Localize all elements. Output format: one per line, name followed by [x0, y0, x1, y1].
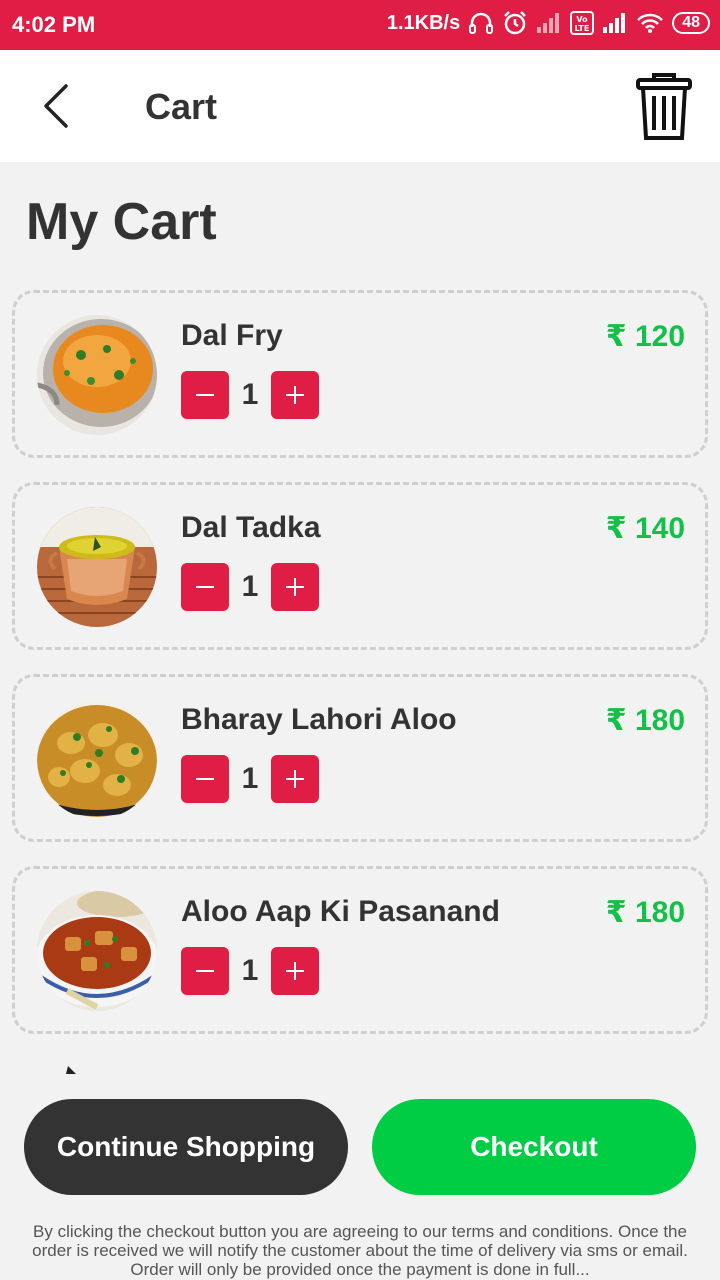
signal-icon — [536, 12, 562, 34]
page-title: My Cart — [26, 193, 217, 251]
item-image — [37, 507, 157, 627]
chevron-left-icon — [44, 84, 68, 128]
partial-content-mark — [66, 1066, 76, 1074]
item-name: Dal Fry — [181, 319, 283, 352]
quantity-stepper: 1 — [181, 563, 319, 611]
status-bar: 4:02 PM 1.1KB/s Vo LTE 48 — [0, 0, 720, 50]
increase-qty-button[interactable] — [271, 563, 319, 611]
terms-text: By clicking the checkout button you are … — [32, 1222, 688, 1279]
minus-icon — [196, 394, 214, 396]
decrease-qty-button[interactable] — [181, 947, 229, 995]
alarm-icon — [502, 10, 528, 36]
back-button[interactable] — [30, 80, 82, 132]
item-price: ₹ 180 — [605, 704, 685, 737]
decrease-qty-button[interactable] — [181, 371, 229, 419]
item-quantity: 1 — [241, 954, 259, 987]
svg-text:LTE: LTE — [575, 24, 590, 33]
app-bar-title: Cart — [145, 86, 218, 127]
quantity-stepper: 1 — [181, 371, 319, 419]
status-time: 4:02 PM — [12, 12, 96, 37]
plus-icon — [286, 386, 304, 404]
volte-icon: Vo LTE — [570, 11, 595, 35]
item-image — [37, 315, 157, 435]
clear-cart-button[interactable] — [632, 72, 696, 142]
item-price: ₹ 180 — [605, 896, 685, 929]
cart-item: Dal Tadka ₹ 140 1 — [12, 482, 708, 650]
cart-item: Aloo Aap Ki Pasanand ₹ 180 1 — [12, 866, 708, 1034]
item-price: ₹ 120 — [605, 320, 685, 353]
svg-text:Vo: Vo — [577, 15, 589, 24]
decrease-qty-button[interactable] — [181, 755, 229, 803]
increase-qty-button[interactable] — [271, 755, 319, 803]
increase-qty-button[interactable] — [271, 371, 319, 419]
plus-icon — [286, 578, 304, 596]
increase-qty-button[interactable] — [271, 947, 319, 995]
item-image — [37, 699, 157, 819]
item-name: Bharay Lahori Aloo — [181, 703, 457, 736]
item-quantity: 1 — [241, 570, 259, 603]
wifi-icon — [636, 12, 664, 34]
plus-icon — [286, 770, 304, 788]
cart-item: Dal Fry ₹ 120 1 — [12, 290, 708, 458]
quantity-stepper: 1 — [181, 947, 319, 995]
minus-icon — [196, 778, 214, 780]
item-name: Dal Tadka — [181, 511, 321, 544]
network-speed: 1.1KB/s — [386, 11, 461, 34]
quantity-stepper: 1 — [181, 755, 319, 803]
trash-icon — [636, 73, 692, 140]
cart-list: Dal Fry ₹ 120 1 Dal Tadka ₹ 140 1 Bharay… — [12, 290, 708, 1058]
cart-item: Bharay Lahori Aloo ₹ 180 1 — [12, 674, 708, 842]
headset-icon — [468, 11, 494, 35]
signal-icon — [602, 12, 628, 34]
item-quantity: 1 — [241, 378, 259, 411]
item-price: ₹ 140 — [605, 512, 685, 545]
minus-icon — [196, 970, 214, 972]
status-icons: 1.1KB/s Vo LTE 48 — [387, 10, 710, 36]
checkout-button[interactable]: Checkout — [372, 1099, 696, 1195]
item-name: Aloo Aap Ki Pasanand — [181, 895, 500, 928]
minus-icon — [196, 586, 214, 588]
plus-icon — [286, 962, 304, 980]
decrease-qty-button[interactable] — [181, 563, 229, 611]
continue-shopping-button[interactable]: Continue Shopping — [24, 1099, 348, 1195]
app-bar: Cart — [0, 50, 720, 162]
item-image — [37, 891, 157, 1011]
item-quantity: 1 — [241, 762, 259, 795]
battery-icon: 48 — [672, 12, 710, 34]
